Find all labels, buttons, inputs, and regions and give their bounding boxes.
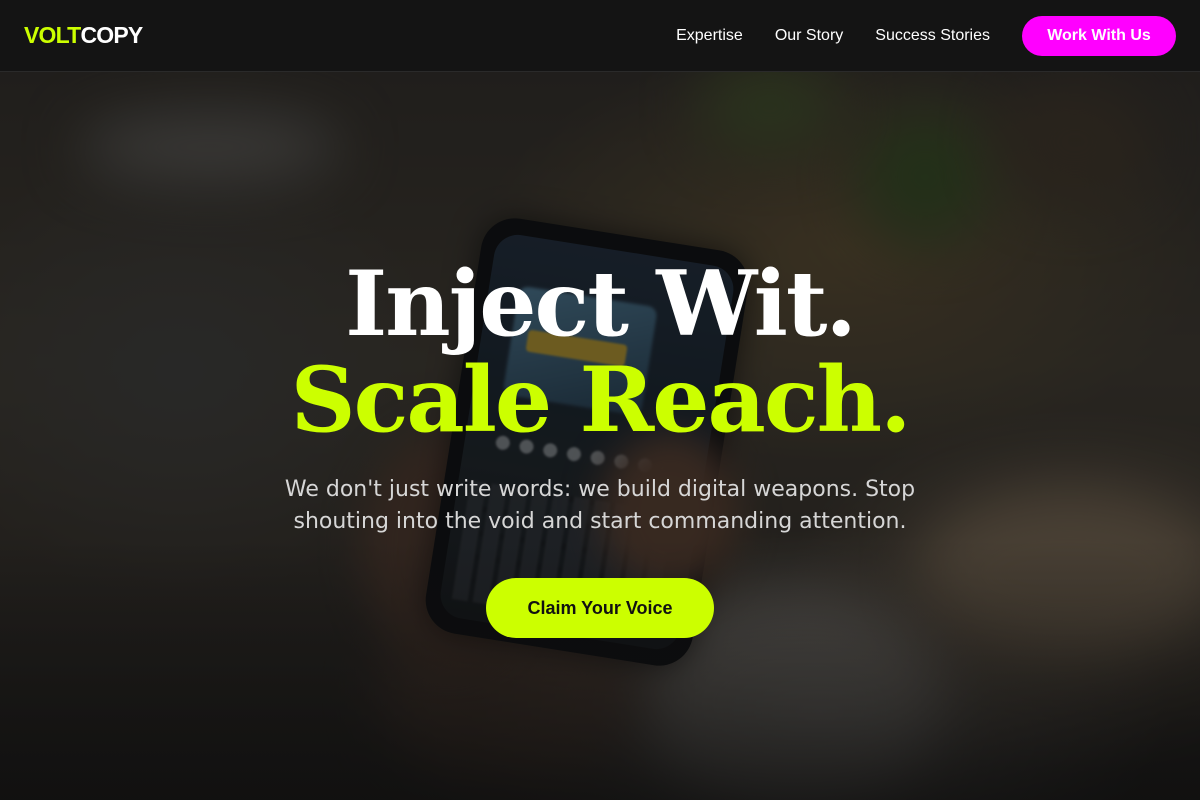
site-header: VOLTCOPY Expertise Our Story Success Sto…: [0, 0, 1200, 72]
headline-line-1: Inject Wit.: [345, 251, 857, 357]
work-with-us-button[interactable]: Work With Us: [1022, 15, 1176, 56]
logo-copy-text: COPY: [80, 22, 143, 48]
logo-volt-text: VOLT: [24, 22, 81, 48]
hero-subtitle: We don't just write words: we build digi…: [284, 477, 916, 534]
main-nav: Expertise Our Story Success Stories Work…: [676, 15, 1176, 56]
nav-link-success-stories[interactable]: Success Stories: [875, 27, 990, 45]
hero-headline: Inject Wit. Scale Reach.: [290, 251, 912, 453]
nav-link-our-story[interactable]: Our Story: [775, 27, 843, 45]
headline-line-2: Scale Reach.: [290, 347, 912, 453]
claim-your-voice-button[interactable]: Claim Your Voice: [486, 578, 714, 638]
hero-content: Inject Wit. Scale Reach. We don't just w…: [0, 72, 1200, 800]
site-logo[interactable]: VOLTCOPY: [24, 22, 143, 49]
nav-link-expertise[interactable]: Expertise: [676, 27, 743, 45]
